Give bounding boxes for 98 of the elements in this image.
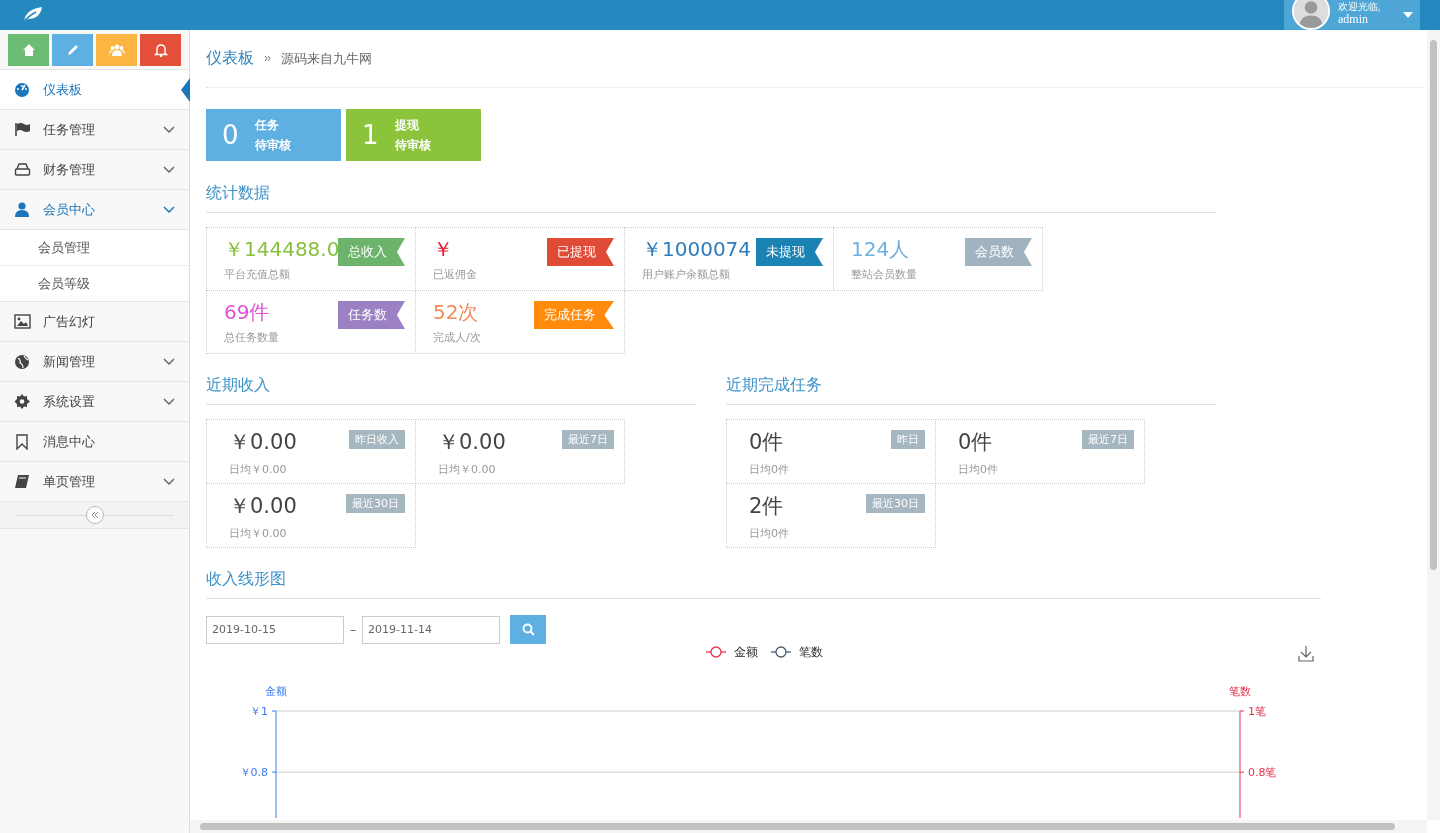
globe-icon: [14, 353, 31, 370]
dashboard-icon: [14, 81, 31, 98]
sidebar-item[interactable]: 新闻管理: [0, 342, 189, 382]
shortcut-button[interactable]: [96, 34, 137, 66]
axis-title: 金额: [265, 685, 287, 698]
period-tag: 最近30日: [866, 494, 925, 513]
image-icon: [14, 313, 31, 330]
ribbon-tag: 总收入: [338, 238, 405, 266]
stat-label: 整站会员数量: [851, 267, 918, 282]
stat-value: 52次: [433, 299, 479, 326]
stat-value: 124人: [851, 236, 910, 263]
page-title: 仪表板: [206, 48, 254, 69]
daily-average: 日均0件: [749, 462, 790, 477]
settings-icon: [14, 393, 31, 410]
tick-label: 1笔: [1248, 705, 1266, 718]
group-icon: [108, 42, 125, 58]
stat-label: 完成人/次: [433, 330, 482, 345]
period-tag: 最近7日: [1082, 430, 1134, 449]
date-field[interactable]: 2019-10-15: [206, 615, 344, 644]
daily-average: 日均￥0.00: [229, 462, 288, 477]
double-chevron-right-icon: [264, 55, 271, 62]
stat-label: 已返佣金: [433, 267, 478, 282]
collapse-button[interactable]: [85, 506, 104, 524]
horizontal-scrollbar[interactable]: [190, 820, 1427, 833]
legend-item[interactable]: 金额: [705, 645, 758, 659]
shortcut-button[interactable]: [52, 34, 93, 66]
summary-value: ￥0.00: [438, 429, 506, 456]
bell-icon: [152, 42, 169, 58]
download-icon[interactable]: [1298, 645, 1314, 662]
tick-label: 0.8笔: [1248, 766, 1277, 780]
ribbon-tag: 未提现: [756, 238, 823, 266]
submenu-item[interactable]: 会员等级: [0, 266, 189, 301]
ribbon-tag: 会员数: [965, 238, 1032, 266]
shortcut-button[interactable]: [8, 34, 49, 66]
user-icon: [14, 201, 31, 218]
daily-average: 日均0件: [958, 462, 999, 477]
summary-value: 0件: [749, 429, 784, 456]
legend-label: 金额: [734, 645, 758, 659]
stat-value: ￥144488.0: [224, 236, 340, 263]
breadcrumb-link[interactable]: 源码来自九牛网: [281, 49, 372, 68]
sidebar-item[interactable]: 财务管理: [0, 150, 189, 190]
sidebar-item[interactable]: 仪表板: [0, 70, 189, 110]
bookmark-icon: [14, 433, 31, 450]
vertical-scrollbar[interactable]: [1427, 30, 1440, 820]
summary-value: 2件: [749, 493, 784, 520]
stat-value: 69件: [224, 299, 270, 326]
section-title: 收入线形图: [206, 569, 1321, 599]
stat-label: 总任务数量: [224, 330, 280, 345]
search-icon: [521, 623, 535, 636]
summary-value: ￥0.00: [229, 429, 297, 456]
submenu-item[interactable]: 会员管理: [0, 230, 189, 266]
period-tag: 昨日收入: [349, 430, 405, 449]
sidebar-item[interactable]: 消息中心: [0, 422, 189, 462]
period-tag: 最近30日: [346, 494, 405, 513]
flag-icon: [14, 121, 31, 138]
axis-title: 笔数: [1229, 685, 1251, 698]
summary-value: ￥0.00: [229, 493, 297, 520]
shortcut-button[interactable]: [140, 34, 181, 66]
tick-label: ￥0.8: [239, 766, 268, 780]
caret-icon: [1402, 12, 1413, 18]
sidebar-item[interactable]: 任务管理: [0, 110, 189, 150]
daily-average: 日均0件: [749, 526, 790, 541]
date-field[interactable]: 2019-11-14: [362, 615, 500, 644]
chevron-down-icon: [163, 165, 175, 174]
period-tag: 最近7日: [562, 430, 614, 449]
period-tag: 昨日: [891, 430, 925, 449]
range-separator: –: [350, 622, 356, 637]
legend-label: 笔数: [799, 645, 823, 659]
section-title: 近期收入: [206, 375, 696, 405]
stat-label: 用户账户余额总额: [642, 267, 731, 282]
sidebar-item[interactable]: 系统设置: [0, 382, 189, 422]
summary-value: 0件: [958, 429, 993, 456]
ribbon-tag: 任务数: [338, 301, 405, 329]
daily-average: 日均￥0.00: [438, 462, 497, 477]
legend-item[interactable]: 笔数: [770, 645, 823, 659]
chevron-down-icon: [163, 357, 175, 366]
chevron-down-icon: [163, 397, 175, 406]
leaf-logo-icon: [22, 7, 44, 23]
book-icon: [14, 473, 31, 490]
sidebar-item[interactable]: 广告幻灯: [0, 302, 189, 342]
user-name: admin: [1338, 13, 1369, 26]
stat-value: ￥: [433, 236, 453, 263]
daily-average: 日均￥0.00: [229, 526, 288, 541]
tick-label: ￥1: [250, 705, 268, 718]
drive-icon: [14, 161, 31, 178]
search-button[interactable]: [510, 615, 546, 644]
section-title: 统计数据: [206, 183, 1216, 213]
chevron-down-icon: [163, 125, 175, 134]
ribbon-tag: 完成任务: [534, 301, 614, 329]
chevron-down-icon: [163, 205, 175, 214]
section-title: 近期完成任务: [726, 375, 1216, 405]
ribbon-tag: 已提现: [547, 238, 614, 266]
stat-label: 平台充值总额: [224, 267, 291, 282]
greeting-text: 欢迎光临,: [1338, 0, 1381, 13]
active-pointer-icon: [181, 78, 190, 102]
chevron-down-icon: [163, 477, 175, 486]
stat-value: ￥1000074: [642, 236, 752, 263]
double-chevron-left-icon: [90, 511, 99, 519]
